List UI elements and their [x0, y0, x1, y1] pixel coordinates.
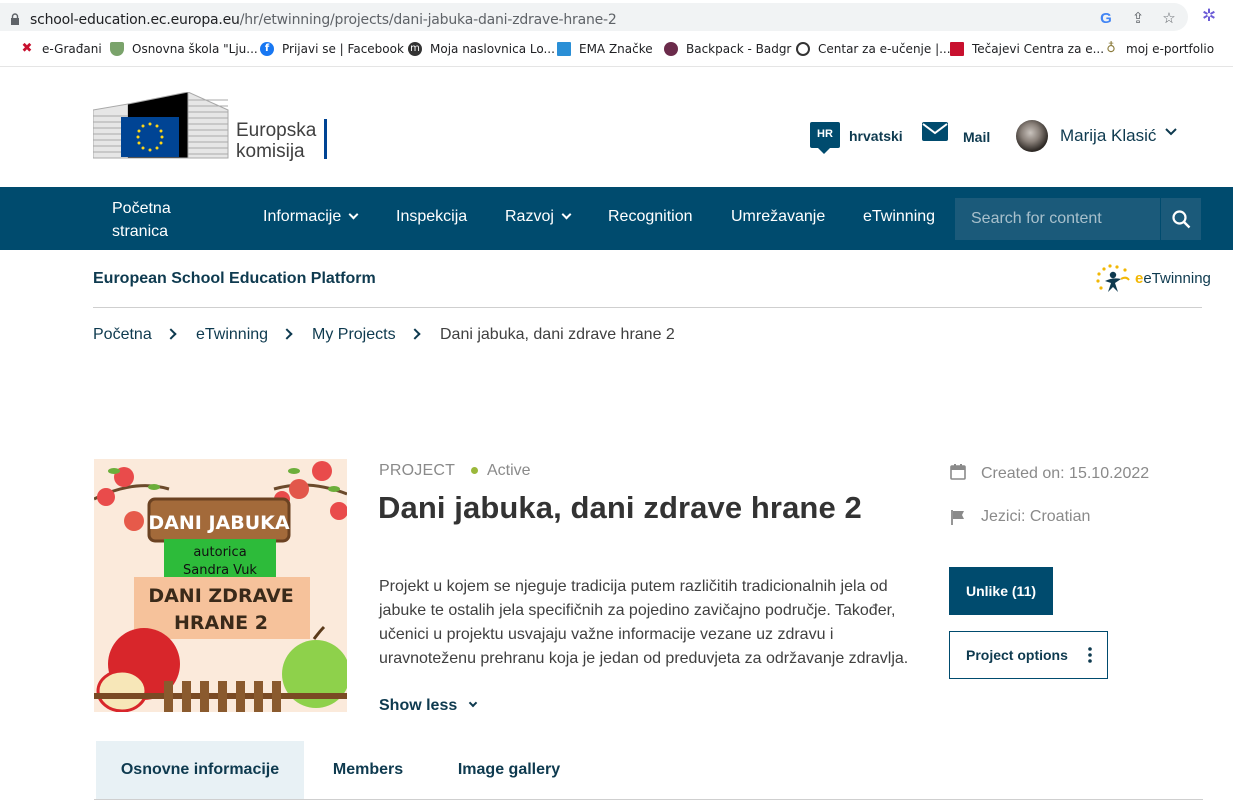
url-text: school-education.ec.europa.eu/hr/etwinni…	[30, 12, 617, 28]
european-commission-logo[interactable]: Europska komisija	[92, 91, 333, 162]
breadcrumb-etwinning[interactable]: eTwinning	[196, 326, 268, 344]
bookmark-ema-znacke[interactable]: EMA Značke	[557, 40, 653, 58]
user-menu[interactable]: Marija Klasić	[1060, 126, 1156, 146]
nav-item-etwinning[interactable]: eTwinning	[863, 208, 935, 226]
nav-item-home[interactable]: Početna stranica	[112, 197, 202, 243]
chrome-divider	[0, 66, 1233, 67]
project-illustration: DANI JABUKA autorica Sandra Vuk DANI ZDR…	[94, 459, 347, 712]
search-input[interactable]	[955, 198, 1160, 240]
language-selector[interactable]: hrvatski	[849, 128, 903, 144]
bookmark-osnovna-skola[interactable]: Osnovna škola "Lju...	[110, 40, 258, 58]
omnibox[interactable]: school-education.ec.europa.eu/hr/etwinni…	[0, 3, 1188, 31]
project-description: Projekt u kojem se njeguje tradicija put…	[379, 578, 909, 667]
chevron-down-icon	[348, 209, 359, 220]
bookmarks-bar: ✖ e-Građani Osnovna škola "Lju... f Prijav…	[0, 36, 1233, 62]
mail-icon[interactable]	[922, 122, 948, 141]
image-text-author-label: autorica	[193, 545, 246, 560]
languages: Jezici: Croatian	[981, 508, 1091, 525]
ec-building-icon	[92, 91, 229, 159]
chevron-right-icon	[165, 328, 177, 340]
bookmark-tecajevi[interactable]: Tečajevi Centra za e...	[950, 40, 1104, 58]
kebab-menu-icon	[1088, 647, 1092, 663]
school-shield-icon	[110, 42, 124, 56]
nav-item-recognition[interactable]: Recognition	[608, 208, 693, 226]
tab-image-gallery[interactable]: Image gallery	[440, 741, 578, 799]
image-text-author: Sandra Vuk	[183, 563, 257, 578]
nav-item-informacije[interactable]: Informacije	[263, 208, 359, 226]
image-text-title: DANI JABUKA	[148, 512, 289, 534]
image-text-subtitle-2: HRANE 2	[174, 612, 268, 634]
language-icon[interactable]: HR	[810, 122, 840, 154]
chevron-down-icon[interactable]	[468, 698, 478, 708]
extension-icon[interactable]: ✲	[1200, 7, 1218, 25]
chevron-down-icon[interactable]	[1165, 127, 1177, 137]
bookmark-e-gradjani[interactable]: ✖ e-Građani	[20, 40, 102, 58]
image-text-subtitle-1: DANI ZDRAVE	[148, 585, 293, 607]
project-options-button[interactable]: Project options	[949, 631, 1108, 679]
breadcrumb-my-projects[interactable]: My Projects	[312, 326, 396, 344]
divider	[93, 307, 1202, 308]
facebook-icon: f	[260, 42, 274, 56]
nav-item-razvoj[interactable]: Razvoj	[505, 208, 572, 226]
status-dot-icon	[471, 467, 478, 474]
mail-link[interactable]: Mail	[963, 129, 990, 145]
status-badge: Active	[487, 462, 531, 479]
search-icon	[1172, 210, 1191, 229]
created-date: Created on: 15.10.2022	[981, 465, 1150, 482]
chevron-right-icon	[409, 328, 421, 340]
nav-item-inspekcija[interactable]: Inspekcija	[396, 208, 467, 226]
show-less-button[interactable]: Show less	[379, 697, 457, 715]
bookmark-facebook[interactable]: f Prijavi se | Facebook	[260, 40, 404, 58]
project-image: DANI JABUKA autorica Sandra Vuk DANI ZDR…	[94, 459, 347, 712]
chevron-right-icon	[281, 328, 293, 340]
bookmark-centar-e-ucenje[interactable]: Centar za e-učenje |...	[796, 40, 951, 58]
tab-members[interactable]: Members	[314, 741, 422, 799]
chevron-down-icon	[561, 209, 572, 220]
bookmark-star-icon[interactable]: ☆	[1160, 10, 1178, 28]
tecajevi-icon	[950, 42, 964, 56]
page-title: Dani jabuka, dani zdrave hrane 2	[378, 490, 862, 525]
logo-divider	[324, 119, 327, 159]
tabs-divider	[94, 799, 1203, 800]
breadcrumb-home[interactable]: Početna	[93, 326, 152, 344]
calendar-icon	[950, 464, 966, 480]
unlike-button[interactable]: Unlike (11)	[949, 567, 1053, 615]
tab-osnovne-informacije[interactable]: Osnovne informacije	[96, 741, 304, 799]
bookmark-backpack[interactable]: Backpack - Badgr	[664, 40, 791, 58]
google-icon[interactable]: G	[1097, 10, 1115, 28]
bookmark-e-portfolio[interactable]: ♁ moj e-portfolio	[1104, 40, 1214, 58]
nav-item-umrezavanje[interactable]: Umrežavanje	[731, 208, 825, 226]
lock-icon	[11, 13, 19, 25]
share-icon[interactable]: ⇪	[1129, 10, 1147, 28]
search-box	[955, 198, 1160, 240]
logo-wordmark: Europska komisija	[236, 120, 317, 162]
badgr-icon	[664, 42, 678, 56]
e-gradjani-icon: ✖	[21, 41, 33, 56]
etwinning-logo-text: eeTwinning	[1135, 270, 1211, 287]
breadcrumb-current: Dani jabuka, dani zdrave hrane 2	[440, 326, 675, 343]
project-type: PROJECT	[379, 462, 456, 479]
avatar[interactable]	[1016, 120, 1048, 152]
etwinning-figure-icon	[1096, 264, 1130, 292]
bookmark-moja-naslovnica[interactable]: m Moja naslovnica Lo...	[408, 40, 555, 58]
browser-address-bar: school-education.ec.europa.eu/hr/etwinni…	[0, 0, 1233, 34]
search-button[interactable]	[1161, 198, 1201, 240]
etwinning-logo[interactable]: eeTwinning	[1095, 263, 1211, 295]
flag-icon	[951, 510, 964, 525]
ema-icon	[557, 42, 571, 56]
portfolio-icon: ♁	[1106, 41, 1116, 56]
moodle-icon: m	[408, 42, 422, 56]
platform-title[interactable]: European School Education Platform	[93, 270, 376, 288]
carnet-icon	[796, 42, 810, 56]
